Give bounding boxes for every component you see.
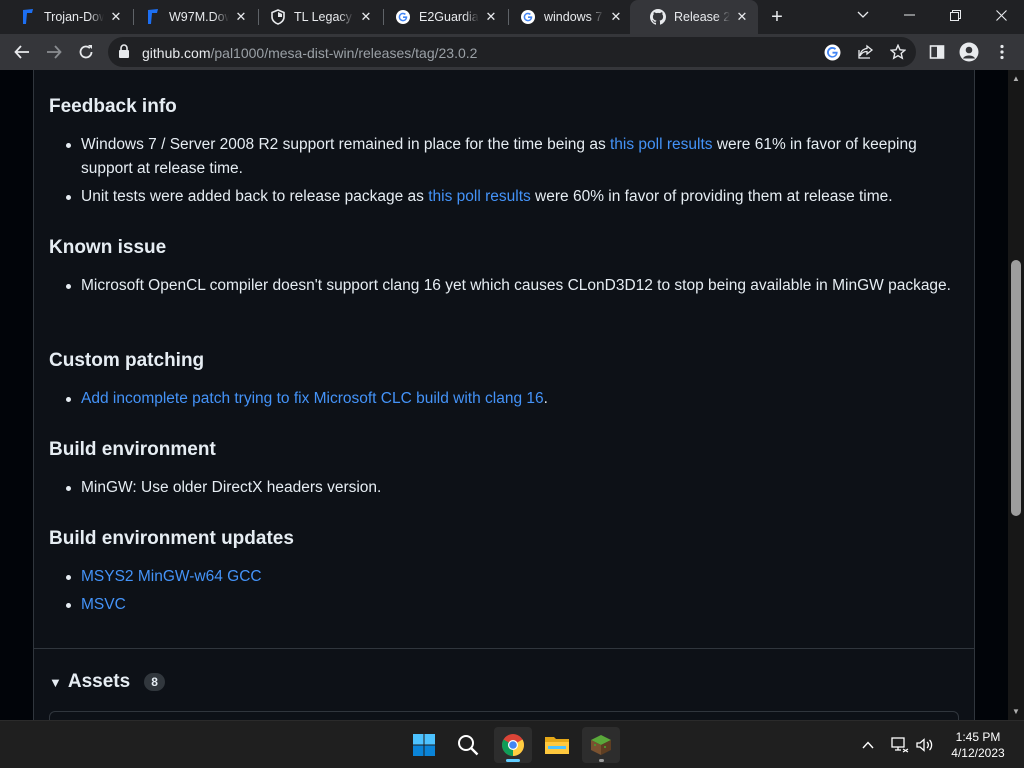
- assets-toggle[interactable]: ▼ Assets 8: [49, 671, 165, 693]
- list-item: Add incomplete patch trying to fix Micro…: [66, 387, 951, 411]
- assets-count-badge: 8: [144, 673, 165, 691]
- poll-results-link[interactable]: this poll results: [610, 136, 713, 153]
- close-tab-icon[interactable]: ✕: [233, 9, 249, 25]
- section-divider: [34, 648, 974, 649]
- windows-start-icon[interactable]: [405, 727, 443, 763]
- close-tab-icon[interactable]: ✕: [483, 9, 499, 25]
- item-text: .: [543, 390, 548, 407]
- new-tab-button[interactable]: +: [766, 6, 788, 28]
- list-item: MinGW: Use older DirectX headers version…: [66, 476, 951, 500]
- list-item: Unit tests were added back to release pa…: [66, 185, 951, 209]
- tab-title: Trojan-Dow: [44, 10, 104, 24]
- restore-button[interactable]: [932, 0, 978, 30]
- url-path: /pal1000/mesa-dist-win/releases/tag/23.0…: [210, 45, 478, 61]
- lock-icon[interactable]: [118, 44, 130, 64]
- tab-title: TL Legacy f: [294, 10, 354, 24]
- url-text: github.com/pal1000/mesa-dist-win/release…: [142, 45, 477, 61]
- windows-taskbar: 1:45 PM 4/12/2023: [0, 720, 1024, 768]
- address-bar[interactable]: github.com/pal1000/mesa-dist-win/release…: [108, 37, 916, 67]
- google-lens-icon[interactable]: [822, 42, 842, 62]
- profile-avatar-icon[interactable]: [959, 42, 979, 62]
- item-text: Unit tests were added back to release pa…: [81, 188, 429, 205]
- back-button[interactable]: [8, 38, 36, 66]
- list-item: MSVC: [66, 593, 951, 617]
- running-app-indicator: [599, 759, 604, 762]
- list-item: Microsoft OpenCL compiler doesn't suppor…: [66, 274, 951, 298]
- browser-toolbar: github.com/pal1000/mesa-dist-win/release…: [0, 34, 1024, 70]
- url-host: github.com: [142, 45, 211, 61]
- section-heading-build-environment: Build environment: [49, 439, 216, 460]
- section-heading-known-issue: Known issue: [49, 237, 167, 258]
- item-text: Microsoft OpenCL compiler doesn't suppor…: [81, 277, 951, 294]
- close-window-button[interactable]: [978, 0, 1024, 30]
- menu-kebab-icon[interactable]: [992, 42, 1012, 62]
- tab-title: W97M.Dow: [169, 10, 229, 24]
- tab-strip: Trojan-Dow ✕ W97M.Dow ✕ TL Legacy f ✕ E2…: [0, 0, 1024, 34]
- list-item: Windows 7 / Server 2008 R2 support remai…: [66, 133, 951, 181]
- item-text: Windows 7 / Server 2008 R2 support remai…: [81, 136, 610, 153]
- tab-title: Release 23.0: [674, 10, 730, 24]
- close-tab-icon[interactable]: ✕: [108, 9, 124, 25]
- tab-title: E2Guardian: [419, 10, 479, 24]
- poll-results-link[interactable]: this poll results: [428, 188, 531, 205]
- scrollbar-thumb[interactable]: [1011, 260, 1021, 516]
- scroll-down-arrow-icon[interactable]: ▼: [1012, 707, 1020, 716]
- minecraft-icon[interactable]: [582, 727, 620, 763]
- browser-tab[interactable]: Trojan-Dow ✕: [0, 0, 132, 34]
- search-icon[interactable]: [449, 727, 487, 763]
- page-content[interactable]: Feedback info Windows 7 / Server 2008 R2…: [0, 70, 1008, 720]
- tab-search-button[interactable]: [840, 0, 886, 30]
- assets-list: [49, 711, 959, 720]
- section-heading-feedback-info: Feedback info: [49, 96, 177, 117]
- side-panel-icon[interactable]: [927, 42, 947, 62]
- vertical-scrollbar[interactable]: ▲ ▼: [1008, 70, 1024, 720]
- active-app-indicator: [506, 759, 520, 762]
- clock-date: 4/12/2023: [951, 746, 1005, 760]
- scroll-up-arrow-icon[interactable]: ▲: [1012, 74, 1020, 83]
- clock-time: 1:45 PM: [955, 730, 1001, 744]
- forward-button[interactable]: [40, 38, 68, 66]
- section-heading-custom-patching: Custom patching: [49, 350, 205, 371]
- browser-tab[interactable]: windows 7 ✕: [500, 0, 632, 34]
- msvc-link[interactable]: MSVC: [81, 596, 126, 613]
- browser-tab-active[interactable]: Release 23.0 ✕: [630, 0, 758, 34]
- share-icon[interactable]: [856, 42, 876, 62]
- reload-button[interactable]: [72, 38, 100, 66]
- browser-tab[interactable]: W97M.Dow ✕: [125, 0, 257, 34]
- chrome-icon[interactable]: [494, 727, 532, 763]
- msys2-link[interactable]: MSYS2 MinGW-w64 GCC: [81, 568, 262, 585]
- google-icon: [520, 9, 536, 25]
- taskbar-clock[interactable]: 1:45 PM 4/12/2023: [942, 729, 1014, 761]
- browser-tab[interactable]: E2Guardian ✕: [375, 0, 507, 34]
- list-item: MSYS2 MinGW-w64 GCC: [66, 565, 951, 589]
- section-heading-build-environment-updates: Build environment updates: [49, 528, 294, 549]
- tab-title: windows 7: [544, 10, 603, 24]
- close-tab-icon[interactable]: ✕: [358, 9, 374, 25]
- item-text: were 60% in favor of providing them at r…: [530, 188, 893, 205]
- assets-label: Assets: [67, 671, 131, 692]
- malwarebytes-icon: [20, 9, 36, 25]
- show-hidden-icons-chevron-icon[interactable]: [858, 735, 878, 755]
- item-text: MinGW: Use older DirectX headers version…: [81, 479, 382, 496]
- close-tab-icon[interactable]: ✕: [734, 9, 750, 25]
- minimize-button[interactable]: [886, 0, 932, 30]
- volume-icon[interactable]: [915, 735, 935, 755]
- bookmark-star-icon[interactable]: [888, 42, 908, 62]
- github-icon: [650, 9, 666, 25]
- close-tab-icon[interactable]: ✕: [608, 9, 624, 25]
- network-icon[interactable]: [890, 735, 910, 755]
- shield-icon: [270, 9, 286, 25]
- google-icon: [395, 9, 411, 25]
- browser-tab[interactable]: TL Legacy f ✕: [250, 0, 382, 34]
- patch-link[interactable]: Add incomplete patch trying to fix Micro…: [81, 390, 544, 407]
- malwarebytes-icon: [145, 9, 161, 25]
- caret-down-icon: ▼: [49, 674, 62, 690]
- file-explorer-icon[interactable]: [538, 727, 576, 763]
